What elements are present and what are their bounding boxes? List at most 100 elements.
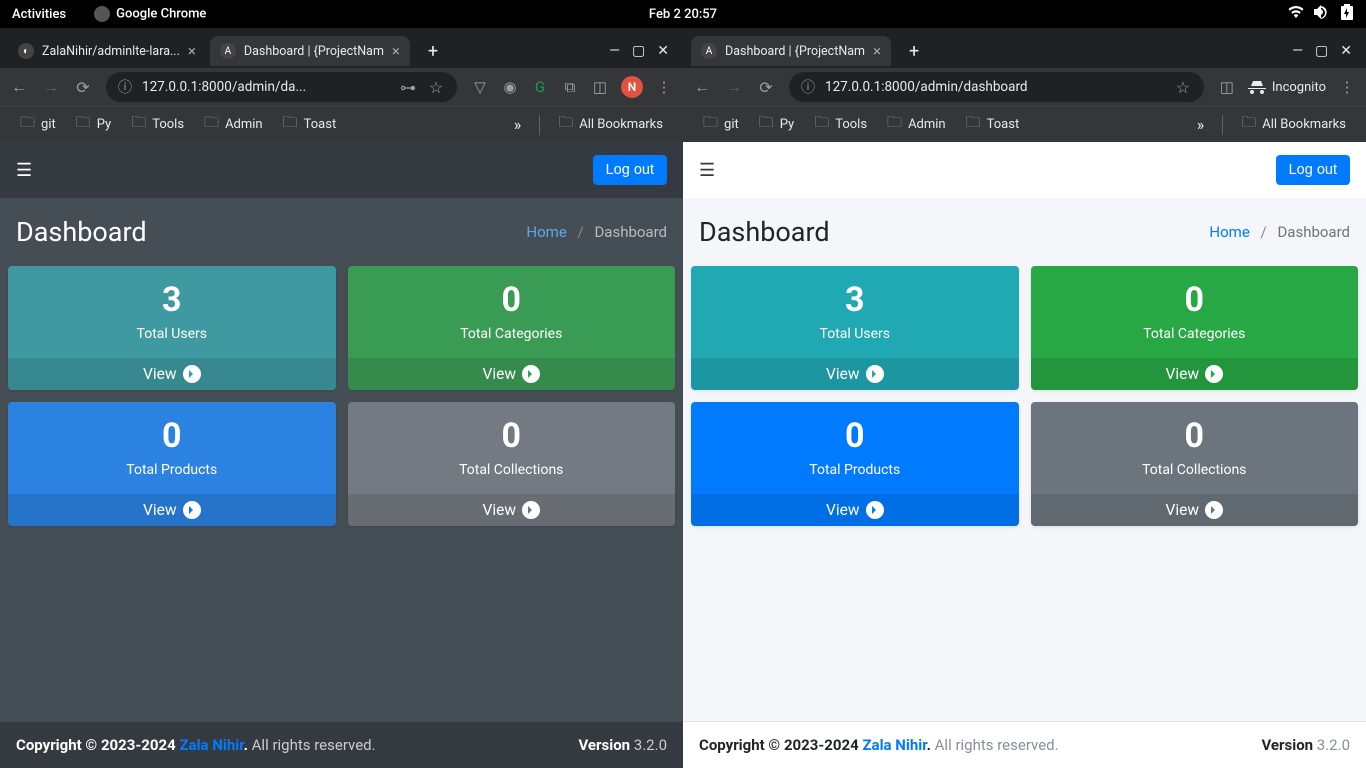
close-icon[interactable]: ×: [188, 42, 196, 60]
extensions-icon[interactable]: ⧉: [561, 78, 579, 96]
info-icon[interactable]: ⓘ: [801, 77, 815, 97]
folder-icon: 🗀: [966, 112, 981, 137]
view-categories-link[interactable]: View: [1031, 358, 1359, 390]
all-bookmarks-button[interactable]: 🗀All Bookmarks: [1233, 109, 1354, 140]
view-collections-link[interactable]: View: [1031, 494, 1359, 526]
bookmarks-overflow-icon[interactable]: »: [1189, 115, 1213, 134]
bookmark-py[interactable]: 🗀Py: [68, 109, 119, 140]
view-collections-link[interactable]: View: [348, 494, 676, 526]
bookmark-toast[interactable]: 🗀Toast: [958, 109, 1028, 140]
arrow-right-icon: [1205, 365, 1223, 383]
new-tab-button[interactable]: +: [422, 39, 444, 64]
logout-button[interactable]: Log out: [1276, 155, 1350, 185]
arrow-right-icon: [1205, 501, 1223, 519]
all-bookmarks-button[interactable]: 🗀All Bookmarks: [550, 109, 671, 140]
key-icon[interactable]: ⊶: [399, 78, 417, 97]
bookmark-admin[interactable]: 🗀Admin: [879, 109, 954, 140]
bookmark-py[interactable]: 🗀Py: [751, 109, 802, 140]
app-indicator[interactable]: Google Chrome: [94, 6, 206, 22]
battery-icon[interactable]: [1340, 4, 1354, 24]
home-link[interactable]: Home: [526, 223, 566, 241]
minimize-button[interactable]: —: [609, 43, 620, 59]
page-footer: Copyright © 2023-2024 Zala Nihir. All ri…: [683, 721, 1366, 768]
sidepanel-icon[interactable]: ◫: [591, 78, 609, 96]
info-icon[interactable]: ⓘ: [118, 77, 132, 97]
breadcrumb-current: Dashboard: [1277, 223, 1350, 241]
menu-icon[interactable]: ⋮: [655, 78, 673, 96]
close-button[interactable]: ✕: [1340, 43, 1352, 59]
author-link[interactable]: Zala Nihir: [862, 736, 926, 754]
extension-icon[interactable]: ▽: [471, 78, 489, 96]
separator: [1222, 115, 1223, 135]
page-title: Dashboard: [699, 216, 830, 248]
arrow-right-icon: [183, 365, 201, 383]
url-input[interactable]: ⓘ 127.0.0.1:8000/admin/da... ⊶ ☆: [106, 72, 457, 102]
logout-button[interactable]: Log out: [593, 155, 667, 185]
tab-dashboard[interactable]: A Dashboard | {ProjectNam ×: [691, 36, 891, 66]
bookmark-git[interactable]: 🗀git: [12, 109, 64, 140]
maximize-button[interactable]: ▢: [1315, 43, 1328, 59]
folder-icon: 🗀: [703, 112, 718, 137]
separator: [539, 115, 540, 135]
bookmarks-overflow-icon[interactable]: »: [506, 115, 530, 134]
card-total-categories: 0 Total Categories View: [348, 266, 676, 390]
tab-github[interactable]: ◐ ZalaNihir/adminlte-lara... ×: [8, 36, 206, 66]
bookmark-tools[interactable]: 🗀Tools: [123, 109, 192, 140]
home-link[interactable]: Home: [1209, 223, 1249, 241]
extension-icon[interactable]: ◉: [501, 78, 519, 96]
url-input[interactable]: ⓘ 127.0.0.1:8000/admin/dashboard ☆: [789, 72, 1204, 102]
extension-icon[interactable]: G: [531, 78, 549, 96]
wifi-icon[interactable]: [1288, 6, 1304, 22]
back-button[interactable]: ←: [10, 77, 28, 97]
star-icon[interactable]: ☆: [1174, 78, 1192, 97]
folder-icon: 🗀: [814, 112, 829, 137]
view-products-link[interactable]: View: [8, 494, 336, 526]
folder-icon: 🗀: [20, 112, 35, 137]
view-categories-link[interactable]: View: [348, 358, 676, 390]
author-link[interactable]: Zala Nihir: [179, 736, 243, 754]
close-icon[interactable]: ×: [392, 42, 400, 60]
volume-icon[interactable]: [1314, 5, 1330, 23]
maximize-button[interactable]: ▢: [632, 43, 645, 59]
bookmark-admin[interactable]: 🗀Admin: [196, 109, 271, 140]
forward-button: →: [42, 77, 60, 97]
minimize-button[interactable]: —: [1292, 43, 1303, 59]
arrow-right-icon: [866, 365, 884, 383]
bookmark-toast[interactable]: 🗀Toast: [275, 109, 345, 140]
activities-button[interactable]: Activities: [12, 7, 66, 22]
sidepanel-icon[interactable]: ◫: [1218, 78, 1236, 96]
view-products-link[interactable]: View: [691, 494, 1019, 526]
folder-icon: 🗀: [887, 112, 902, 137]
view-users-link[interactable]: View: [8, 358, 336, 390]
github-icon: ◐: [18, 43, 34, 59]
folder-icon: 🗀: [1241, 112, 1256, 137]
page-content-light: ☰ Log out Dashboard Home / Dashboard 3 T…: [683, 142, 1366, 768]
view-users-link[interactable]: View: [691, 358, 1019, 390]
incognito-indicator[interactable]: Incognito: [1248, 80, 1326, 95]
app-icon: A: [220, 43, 236, 59]
stat-cards: 3 Total Users View 0 Total Categories Vi…: [0, 260, 683, 532]
back-button[interactable]: ←: [693, 77, 711, 97]
reload-button[interactable]: ⟳: [74, 78, 92, 97]
star-icon[interactable]: ☆: [427, 78, 445, 97]
close-button[interactable]: ✕: [657, 43, 669, 59]
menu-icon[interactable]: ⋮: [1338, 78, 1356, 96]
breadcrumb: Home / Dashboard: [1209, 223, 1350, 241]
incognito-icon: [1248, 80, 1266, 94]
arrow-right-icon: [522, 365, 540, 383]
clock[interactable]: Feb 2 20:57: [649, 7, 717, 22]
new-tab-button[interactable]: +: [903, 39, 925, 64]
bookmarks-bar: 🗀git 🗀Py 🗀Tools 🗀Admin 🗀Toast » 🗀All Boo…: [683, 106, 1366, 142]
hamburger-icon[interactable]: ☰: [16, 160, 32, 181]
browser-window-right: A Dashboard | {ProjectNam × + — ▢ ✕ ← → …: [683, 28, 1366, 768]
close-icon[interactable]: ×: [873, 42, 881, 60]
hamburger-icon[interactable]: ☰: [699, 160, 715, 181]
tab-dashboard[interactable]: A Dashboard | {ProjectNam ×: [210, 36, 410, 66]
card-total-collections: 0 Total Collections View: [1031, 402, 1359, 526]
page-footer: Copyright © 2023-2024 Zala Nihir. All ri…: [0, 722, 683, 768]
bookmark-tools[interactable]: 🗀Tools: [806, 109, 875, 140]
profile-avatar[interactable]: N: [621, 76, 643, 98]
bookmark-git[interactable]: 🗀git: [695, 109, 747, 140]
reload-button[interactable]: ⟳: [757, 78, 775, 97]
card-total-collections: 0 Total Collections View: [348, 402, 676, 526]
